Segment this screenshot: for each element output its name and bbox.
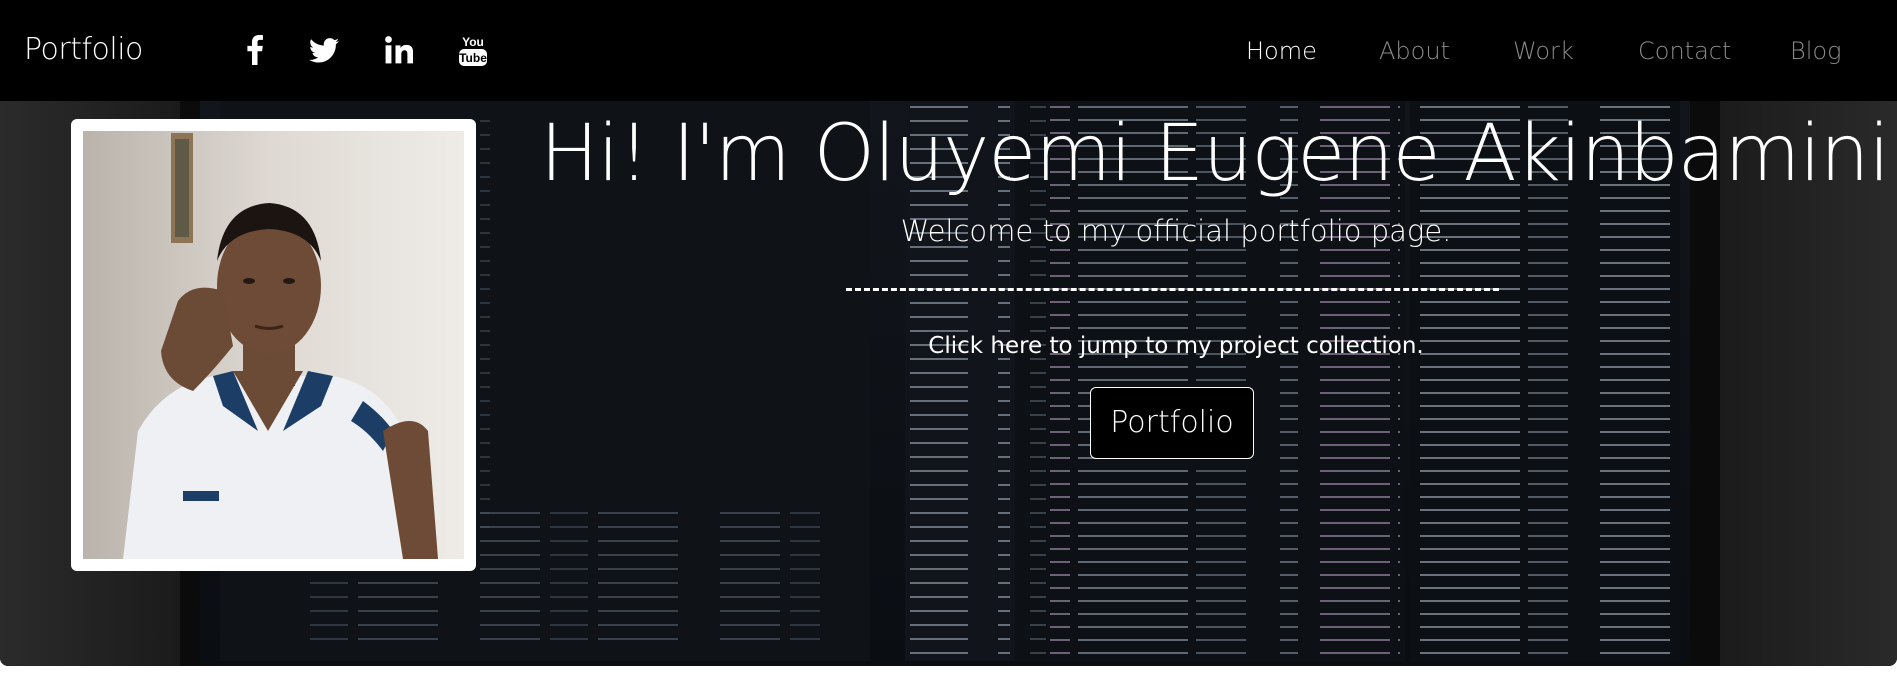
profile-photo bbox=[83, 131, 464, 559]
youtube-link[interactable]: You Tube bbox=[458, 32, 488, 68]
facebook-icon bbox=[247, 35, 263, 65]
youtube-icon: You Tube bbox=[459, 35, 487, 66]
hero-title: Hi! I'm Oluyemi Eugene Akinbamini bbox=[540, 109, 1890, 199]
nav-work[interactable]: Work bbox=[1513, 34, 1574, 68]
hero-subtitle: Welcome to my official portfolio page. bbox=[900, 214, 1452, 248]
nav-contact[interactable]: Contact bbox=[1638, 34, 1731, 68]
portfolio-cta-text: Click here to jump to my project collect… bbox=[928, 333, 1424, 359]
linkedin-link[interactable] bbox=[384, 32, 414, 68]
nav-home[interactable]: Home bbox=[1246, 34, 1317, 68]
profile-card bbox=[71, 119, 476, 571]
facebook-link[interactable] bbox=[244, 32, 266, 68]
nav-about[interactable]: About bbox=[1379, 34, 1450, 68]
nav-blog[interactable]: Blog bbox=[1790, 34, 1841, 68]
dashed-divider bbox=[846, 288, 1499, 291]
twitter-link[interactable] bbox=[308, 32, 340, 68]
youtube-label-bottom: Tube bbox=[459, 51, 487, 65]
youtube-label-top: You bbox=[462, 35, 484, 49]
navbar: Portfolio You Tube Home About Work Conta… bbox=[0, 0, 1897, 101]
linkedin-icon bbox=[385, 36, 413, 64]
twitter-icon bbox=[309, 37, 339, 62]
portfolio-button[interactable]: Portfolio bbox=[1090, 387, 1254, 459]
brand-logo[interactable]: Portfolio bbox=[24, 30, 143, 70]
hero-section: Hi! I'm Oluyemi Eugene Akinbamini Welcom… bbox=[0, 101, 1897, 666]
